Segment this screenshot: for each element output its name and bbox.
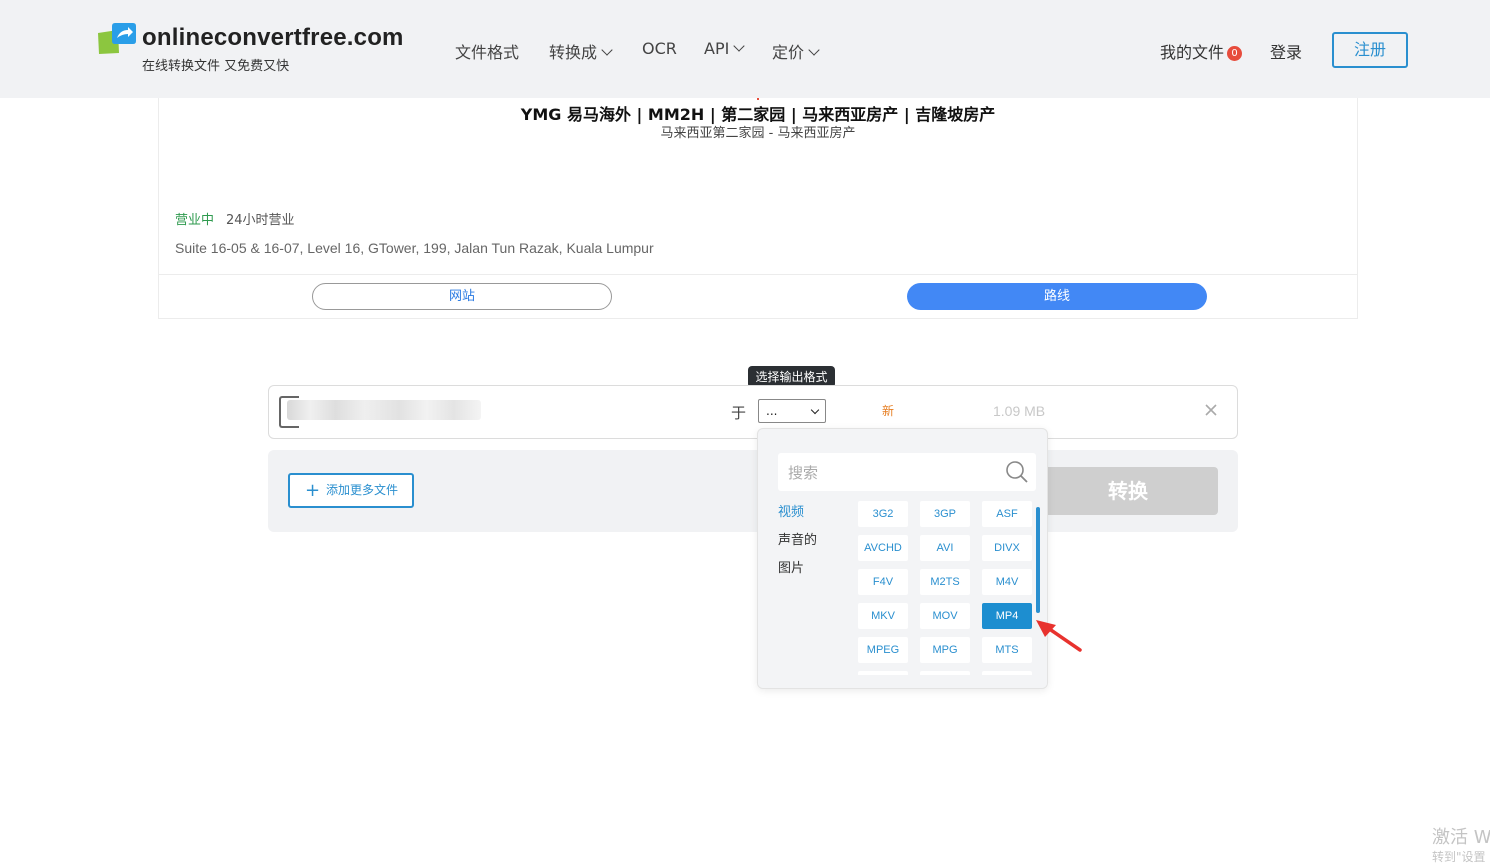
category-audio[interactable]: 声音的 [778,529,817,548]
file-size: 1.09 MB [993,403,1046,419]
chevron-down-icon [810,405,820,415]
format-option[interactable]: AVCHD [858,535,908,561]
format-search-box [778,453,1036,491]
format-option[interactable]: MTS [982,637,1032,663]
format-option[interactable]: MOV [920,603,970,629]
chevron-down-icon [808,44,820,56]
format-option[interactable]: 3G2 [858,501,908,527]
logo-icon[interactable] [98,23,136,55]
new-tag: 新 [882,404,895,418]
business-address: Suite 16-05 & 16-07, Level 16, GTower, 1… [175,240,654,256]
logo-tagline: 在线转换文件 又免费又快 [142,59,290,74]
convert-button[interactable]: 转换 [1038,467,1218,515]
output-format-select[interactable]: ... [758,399,826,423]
ad-subtitle: 马来西亚第二家园 - 马来西亚房产 [660,126,856,141]
nav-convert-to[interactable]: 转换成 [549,39,613,63]
nav-file-formats[interactable]: 文件格式 [455,39,519,63]
file-name-blurred [287,400,481,420]
logo-name[interactable]: onlineconvertfree.com [142,24,404,52]
nav-pricing[interactable]: 定价 [772,39,820,63]
nav-label: 定价 [772,43,805,62]
nav-ocr[interactable]: OCR [642,39,677,58]
nav-api[interactable]: API [704,39,745,58]
activation-watermark: 激活 W [1432,827,1490,848]
ad-marker-dot [757,98,759,100]
route-button[interactable]: 路线 [907,283,1207,310]
format-option[interactable]: F4V [858,569,908,595]
format-option[interactable]: DIVX [982,535,1032,561]
nav-label: 文件格式 [455,43,520,62]
add-more-files-button[interactable]: + 添加更多文件 [288,473,414,508]
website-button[interactable]: 网站 [312,283,612,310]
format-option[interactable]: ASF [982,501,1032,527]
category-image[interactable]: 图片 [778,557,804,576]
selected-format: ... [766,404,778,418]
chevron-down-icon [601,44,613,56]
my-files-link[interactable]: 我的文件 0 [1160,39,1243,63]
category-video[interactable]: 视频 [778,501,804,520]
format-option-selected[interactable]: MP4 [982,603,1032,629]
activation-watermark-sub: 转到"设置 [1432,850,1486,864]
ad-card: YMG 易马海外 | MM2H | 第二家园 | 马来西亚房产 | 吉隆坡房产 … [158,98,1358,319]
search-icon[interactable] [1005,460,1029,484]
close-icon[interactable] [1202,401,1220,419]
business-status: 营业中 [175,213,215,228]
add-files-label: 添加更多文件 [326,483,399,497]
format-option[interactable]: MPEG [858,637,908,663]
format-search-input[interactable] [786,460,1000,486]
red-arrow-annotation-icon [1036,620,1082,652]
ad-divider [159,274,1357,275]
nav-label: API [704,39,730,58]
format-option[interactable]: AVI [920,535,970,561]
dropdown-bottom-fade [758,675,1047,688]
login-link[interactable]: 登录 [1270,39,1302,63]
site-header: onlineconvertfree.com 在线转换文件 又免费又快 文件格式 … [0,0,1490,98]
to-label: 于 [731,404,747,422]
register-button[interactable]: 注册 [1332,32,1408,68]
chevron-down-icon [733,40,745,52]
my-files-label: 我的文件 [1160,43,1225,62]
file-row: 于 ... 新 1.09 MB [268,385,1238,439]
format-option[interactable]: M2TS [920,569,970,595]
format-option[interactable]: MKV [858,603,908,629]
business-hours: 24小时营业 [226,213,295,228]
format-dropdown: 视频 声音的 图片 3G2 3GP ASF AVCHD AVI DIVX F4V… [757,428,1048,689]
format-option[interactable]: MPG [920,637,970,663]
dropdown-scrollbar[interactable] [1036,507,1040,613]
format-option[interactable]: M4V [982,569,1032,595]
nav-label: OCR [642,39,677,58]
plus-icon: + [305,480,321,501]
file-count-badge: 0 [1227,46,1243,61]
format-option[interactable]: 3GP [920,501,970,527]
action-panel: + 添加更多文件 转换 [268,450,1238,532]
nav-label: 转换成 [549,43,598,62]
